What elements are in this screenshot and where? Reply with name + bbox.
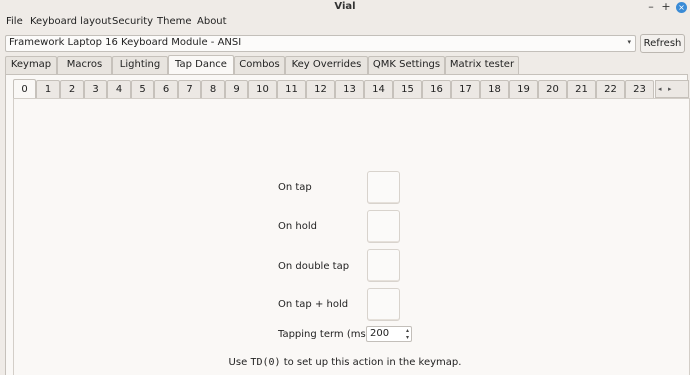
- subtab-21[interactable]: 21: [567, 80, 596, 98]
- menu-keyboard-layout[interactable]: Keyboard layout: [30, 16, 111, 27]
- tab-lighting[interactable]: Lighting: [112, 56, 168, 74]
- subtab-8[interactable]: 8: [201, 80, 225, 98]
- on-tap-label: On tap: [278, 182, 312, 193]
- on-tap-hold-key-button[interactable]: [367, 288, 400, 321]
- on-tap-key-button[interactable]: [367, 171, 400, 204]
- menu-bar: File Keyboard layout Security Theme Abou…: [0, 14, 690, 31]
- subtab-0[interactable]: 0: [13, 79, 36, 98]
- subtab-23[interactable]: 23: [625, 80, 654, 98]
- subtab-22[interactable]: 22: [596, 80, 625, 98]
- title-bar: Vial – + ×: [0, 0, 690, 14]
- subtab-17[interactable]: 17: [451, 80, 480, 98]
- minimize-button[interactable]: –: [645, 1, 657, 13]
- subtab-12[interactable]: 12: [306, 80, 335, 98]
- on-double-tap-label: On double tap: [278, 261, 350, 272]
- subtab-11[interactable]: 11: [277, 80, 306, 98]
- subtab-3[interactable]: 3: [84, 80, 107, 98]
- tab-macros[interactable]: Macros: [57, 56, 112, 74]
- main-tabs: Keymap Macros Lighting Tap Dance Combos …: [5, 55, 685, 74]
- tab-combos[interactable]: Combos: [234, 56, 285, 74]
- menu-theme[interactable]: Theme: [157, 16, 192, 27]
- scroll-left-icon[interactable]: ◂: [658, 81, 662, 97]
- chevron-down-icon: ▾: [627, 38, 631, 46]
- subtab-5[interactable]: 5: [131, 80, 154, 98]
- tapping-term-value: 200: [370, 328, 390, 339]
- tab-qmk-settings[interactable]: QMK Settings: [368, 56, 445, 74]
- subtab-4[interactable]: 4: [107, 80, 131, 98]
- tab-tap-dance[interactable]: Tap Dance: [168, 55, 234, 74]
- device-selector[interactable]: Framework Laptop 16 Keyboard Module - AN…: [5, 35, 636, 52]
- menu-security[interactable]: Security: [112, 16, 153, 27]
- subtab-14[interactable]: 14: [364, 80, 393, 98]
- hint-prefix: Use: [228, 357, 251, 368]
- refresh-button[interactable]: Refresh: [640, 34, 685, 53]
- tab-matrix-tester[interactable]: Matrix tester: [445, 56, 519, 74]
- spin-down-icon[interactable]: ▾: [406, 334, 409, 341]
- subtab-20[interactable]: 20: [538, 80, 567, 98]
- tab-keymap[interactable]: Keymap: [5, 56, 57, 74]
- spin-up-icon[interactable]: ▴: [406, 327, 409, 334]
- subtab-15[interactable]: 15: [393, 80, 422, 98]
- subtab-7[interactable]: 7: [178, 80, 201, 98]
- subtab-10[interactable]: 10: [248, 80, 277, 98]
- subtab-2[interactable]: 2: [60, 80, 84, 98]
- tab-key-overrides[interactable]: Key Overrides: [285, 56, 368, 74]
- subtab-scroller: ◂ ▸: [655, 80, 689, 98]
- window-title: Vial: [334, 1, 356, 12]
- subtab-9[interactable]: 9: [225, 80, 248, 98]
- maximize-button[interactable]: +: [660, 1, 672, 13]
- subtab-6[interactable]: 6: [154, 80, 178, 98]
- hint-code: TD(0): [250, 357, 281, 368]
- on-hold-label: On hold: [278, 221, 317, 232]
- subtab-16[interactable]: 16: [422, 80, 451, 98]
- tapping-term-label: Tapping term (ms): [278, 329, 370, 340]
- on-tap-hold-label: On tap + hold: [278, 299, 349, 310]
- subtab-1[interactable]: 1: [36, 80, 60, 98]
- menu-about[interactable]: About: [197, 16, 227, 27]
- tapping-term-spinbox[interactable]: 200 ▴ ▾: [366, 326, 412, 342]
- scroll-right-icon[interactable]: ▸: [668, 81, 672, 97]
- hint-suffix: to set up this action in the keymap.: [280, 357, 462, 368]
- subtab-19[interactable]: 19: [509, 80, 538, 98]
- subtab-13[interactable]: 13: [335, 80, 364, 98]
- usage-hint: Use TD(0) to set up this action in the k…: [0, 357, 690, 368]
- subtab-18[interactable]: 18: [480, 80, 509, 98]
- tap-dance-index-tabs: 0 1 2 3 4 5 6 7 8 9 10 11 12 13 14 15 16…: [13, 79, 688, 98]
- close-button[interactable]: ×: [676, 2, 687, 13]
- menu-file[interactable]: File: [6, 16, 23, 27]
- device-selector-value: Framework Laptop 16 Keyboard Module - AN…: [9, 37, 242, 48]
- on-double-tap-key-button[interactable]: [367, 249, 400, 282]
- on-hold-key-button[interactable]: [367, 210, 400, 243]
